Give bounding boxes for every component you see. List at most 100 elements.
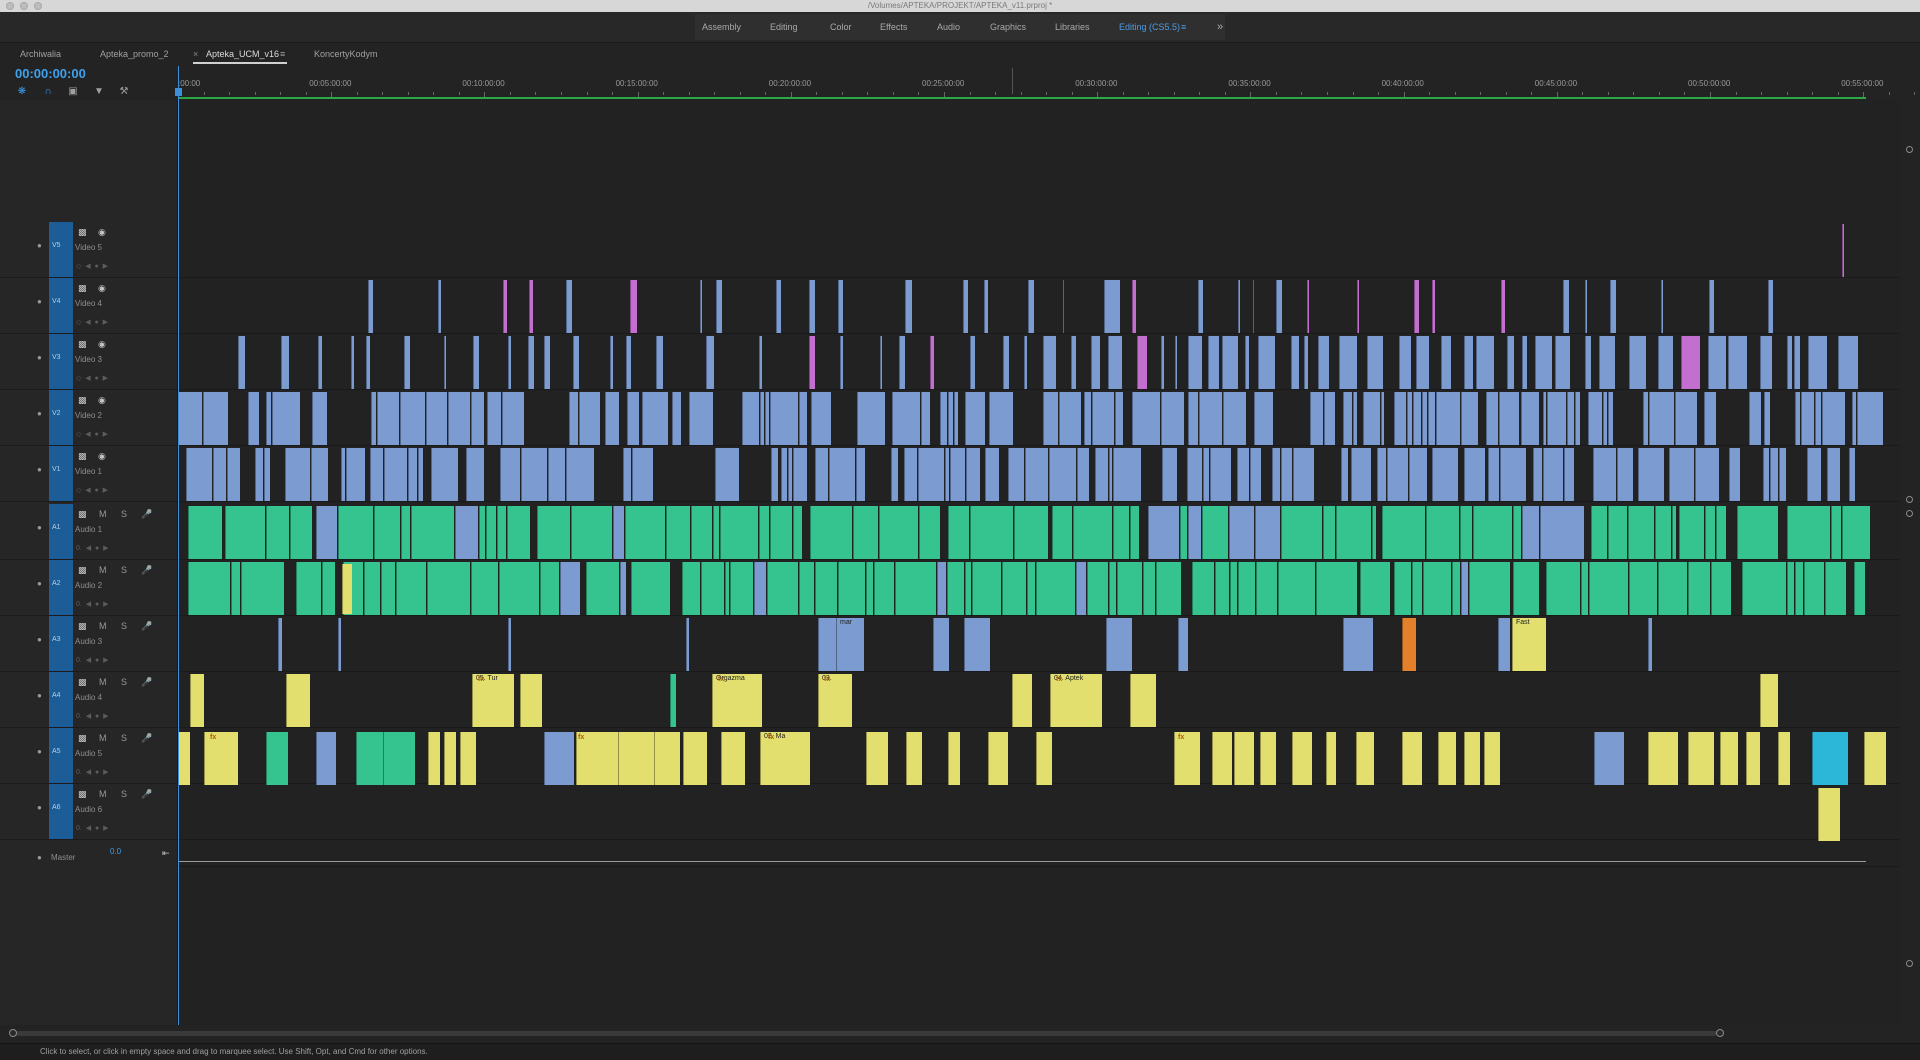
eye-icon[interactable]: ◉ [98, 227, 106, 238]
timeline-clip[interactable] [1594, 732, 1624, 785]
eye-icon[interactable]: ◉ [98, 395, 106, 406]
timeline-clip[interactable] [1156, 562, 1181, 615]
timeline-clip[interactable] [964, 618, 990, 671]
timeline-clip[interactable] [566, 448, 594, 501]
timeline-clip[interactable] [1428, 392, 1436, 445]
timeline-clip[interactable] [1043, 336, 1056, 389]
timeline-clip[interactable] [1498, 618, 1510, 671]
lock-icon[interactable]: ● [37, 298, 44, 306]
timeline-clip[interactable] [585, 562, 620, 615]
timeline-clip[interactable] [341, 448, 346, 501]
timeline-clip[interactable] [1669, 448, 1694, 501]
timeline-clip[interactable] [1148, 506, 1180, 559]
timeline-clip[interactable] [1764, 392, 1770, 445]
timeline-clip[interactable] [478, 506, 486, 559]
timeline-clip[interactable] [544, 732, 574, 785]
chevrons-right-icon[interactable]: » [1217, 12, 1223, 42]
timeline-clip[interactable] [1237, 562, 1255, 615]
timeline-clip[interactable] [1720, 732, 1738, 785]
solo-button[interactable]: S [121, 677, 127, 687]
timeline-clip[interactable] [632, 448, 653, 501]
timeline-clip[interactable] [1709, 280, 1715, 333]
timeline-clip[interactable] [1255, 562, 1278, 615]
workspace-tab-effects[interactable]: Effects [880, 12, 907, 42]
playhead-handle[interactable] [175, 88, 182, 96]
timeline-clip[interactable] [760, 392, 765, 445]
timeline-clip[interactable] [1303, 336, 1308, 389]
timeline-clip[interactable] [792, 506, 802, 559]
timeline-clip[interactable] [1142, 562, 1155, 615]
timeline-clip[interactable] [904, 448, 918, 501]
timeline-clip[interactable] [1043, 392, 1059, 445]
timeline-clip[interactable] [775, 280, 781, 333]
timeline-clip[interactable] [891, 448, 898, 501]
timeline-clip[interactable] [1716, 506, 1726, 559]
timeline-clip[interactable] [1025, 448, 1049, 501]
timeline-clip[interactable] [1108, 562, 1116, 615]
audio-track-lane[interactable] [178, 784, 1900, 840]
timeline-clip[interactable] [1109, 448, 1113, 501]
timeline-clip[interactable] [829, 448, 855, 501]
lock-icon[interactable]: ● [37, 748, 44, 756]
timeline-clip[interactable] [894, 562, 937, 615]
workspace-tab-editing-cs55[interactable]: Editing (CS5.5) [1119, 12, 1180, 42]
timeline-clip[interactable] [569, 392, 579, 445]
timeline-clip[interactable] [1748, 392, 1762, 445]
timeline-clip[interactable] [1464, 732, 1480, 785]
timeline-clip[interactable] [1116, 562, 1142, 615]
timeline-clip[interactable] [1431, 280, 1436, 333]
zoom-scroll-end-handle[interactable] [1716, 1029, 1724, 1037]
lock-icon[interactable]: ● [37, 636, 44, 644]
timeline-clip[interactable] [1001, 562, 1026, 615]
timeline-clip[interactable] [1084, 392, 1091, 445]
timeline-clip[interactable] [1728, 336, 1748, 389]
timeline-clip[interactable] [899, 336, 905, 389]
timeline-clip[interactable] [1475, 336, 1494, 389]
timeline-clip[interactable] [1648, 732, 1678, 785]
timeline-clip[interactable] [1451, 562, 1460, 615]
lock-icon[interactable]: ● [37, 804, 44, 812]
timeline-clip[interactable] [374, 506, 400, 559]
timeline-clip[interactable] [1584, 280, 1587, 333]
timeline-clip[interactable] [1343, 618, 1373, 671]
timeline-clip[interactable] [1413, 392, 1422, 445]
timeline-clip[interactable] [1280, 506, 1322, 559]
eye-icon[interactable]: ◉ [98, 451, 106, 462]
timeline-clip[interactable] [544, 336, 551, 389]
timeline-clip[interactable] [905, 280, 912, 333]
timeline-clip[interactable] [1275, 280, 1283, 333]
timeline-clip[interactable] [799, 562, 815, 615]
timeline-clip[interactable] [1380, 392, 1385, 445]
timeline-clip[interactable] [1086, 562, 1108, 615]
keyframe-controls[interactable]: 0. ◀ ● ▶ [76, 768, 109, 776]
timeline-clip[interactable] [758, 506, 769, 559]
timeline-clip[interactable] [507, 336, 511, 389]
timeline-clip[interactable] [444, 732, 456, 785]
timeline-clip[interactable] [1512, 562, 1540, 615]
mute-button[interactable]: M [99, 621, 107, 631]
timeline-clip[interactable] [814, 448, 829, 501]
source-patch-target[interactable] [49, 222, 73, 277]
timeline-clip[interactable] [1818, 788, 1840, 841]
timeline-clip[interactable] [321, 562, 335, 615]
timeline-clip[interactable] [502, 280, 507, 333]
timeline-clip[interactable] [620, 562, 626, 615]
audio-track-lane[interactable] [178, 672, 1900, 728]
scroll-knob-video-top[interactable] [1906, 146, 1913, 153]
timeline-clip[interactable] [1215, 562, 1230, 615]
timeline-clip[interactable] [1323, 392, 1335, 445]
linked-selection-icon[interactable]: ▣ [67, 86, 79, 98]
timeline-clip[interactable] [1567, 392, 1575, 445]
timeline-clip[interactable] [431, 448, 459, 501]
timeline-clip[interactable] [984, 280, 989, 333]
lock-icon[interactable]: ● [37, 524, 44, 532]
timeline-clip[interactable] [730, 562, 753, 615]
timeline-clip[interactable] [1238, 280, 1240, 333]
timeline-clip[interactable] [338, 506, 374, 559]
timeline-clip[interactable] [1230, 562, 1237, 615]
timeline-clip[interactable] [290, 506, 313, 559]
timeline-clip[interactable] [1223, 392, 1246, 445]
timeline-clip[interactable] [1393, 562, 1412, 615]
timeline-clip[interactable] [839, 336, 844, 389]
timeline-clip[interactable] [1197, 280, 1204, 333]
